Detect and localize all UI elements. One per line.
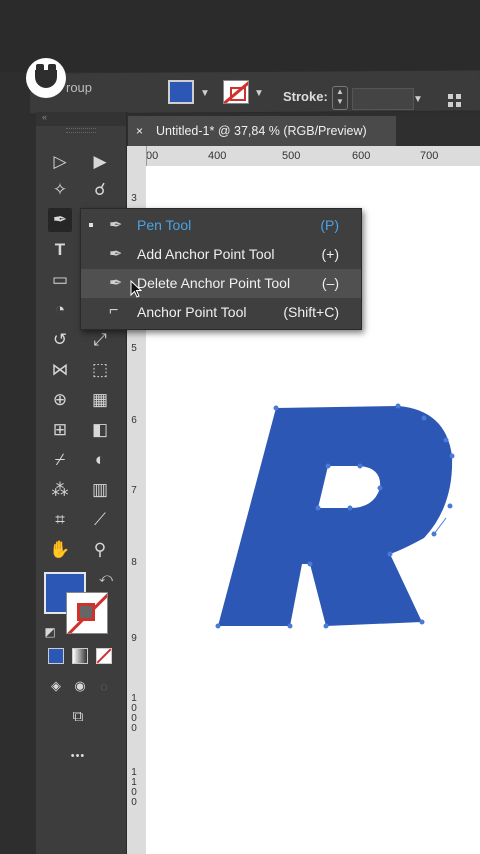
eyedropper-icon[interactable]: ⌿: [48, 448, 72, 472]
flyout-item-pen-tool[interactable]: ✒ Pen Tool (P): [81, 211, 361, 240]
magic-wand-icon[interactable]: ✧: [48, 178, 72, 202]
type-tool-icon[interactable]: T: [48, 238, 72, 262]
flyout-item-shortcut: (P): [320, 217, 339, 233]
rotate-icon[interactable]: ↺: [48, 328, 72, 352]
ruler-label: 600: [352, 150, 371, 162]
ruler-label: 3: [131, 193, 137, 204]
zoom-tool-icon[interactable]: ⚲: [88, 538, 112, 562]
ruler-label: 1000: [131, 693, 137, 734]
gradient-icon[interactable]: ◧: [88, 418, 112, 442]
pen-icon: ✒: [109, 217, 123, 234]
symbol-sprayer-icon[interactable]: ⁂: [48, 478, 72, 502]
hand-tool-icon[interactable]: ✋: [48, 538, 72, 562]
selection-icon[interactable]: ▶: [88, 150, 112, 174]
chevron-down-icon[interactable]: ▼: [200, 88, 210, 99]
mesh-icon[interactable]: ⊞: [48, 418, 72, 442]
none-mode-icon[interactable]: [92, 644, 116, 668]
stroke-swatch-large[interactable]: [66, 592, 108, 634]
column-graph-icon[interactable]: ▥: [88, 478, 112, 502]
direct-selection-icon[interactable]: ▷: [48, 150, 72, 174]
stroke-weight-field[interactable]: [352, 88, 414, 110]
flyout-item-label: Pen Tool: [137, 217, 192, 233]
flyout-item-label: Add Anchor Point Tool: [137, 246, 275, 262]
draw-normal-icon[interactable]: ◈: [44, 674, 68, 698]
app-topbar: [0, 0, 480, 72]
width-tool-icon[interactable]: ⋈: [48, 358, 72, 382]
close-tab-icon[interactable]: ×: [136, 116, 143, 146]
tools-panel-header[interactable]: «: [36, 112, 126, 126]
scale-icon[interactable]: ⤢: [88, 328, 112, 352]
ruler-label: 400: [208, 150, 227, 162]
flyout-item-add-anchor-point[interactable]: ✒ Add Anchor Point Tool (+): [81, 240, 361, 269]
letter-r-shape[interactable]: [218, 406, 453, 626]
rectangle-tool-icon[interactable]: ▭: [48, 268, 72, 292]
ruler-label: 1100: [131, 767, 137, 808]
fill-color-swatch[interactable]: [168, 80, 194, 104]
selected-bullet-icon: [89, 223, 93, 227]
color-mode-icon[interactable]: [44, 644, 68, 668]
pen-tool-flyout: ✒ Pen Tool (P) ✒ Add Anchor Point Tool (…: [80, 208, 362, 330]
mouse-cursor-icon: [130, 280, 142, 298]
shape-builder-icon[interactable]: ⊕: [48, 388, 72, 412]
delete-anchor-point-icon: ✒: [109, 275, 123, 292]
document-tab[interactable]: × Untitled-1* @ 37,84 % (RGB/Preview): [128, 116, 396, 146]
free-transform-icon[interactable]: ⬚: [88, 358, 112, 382]
panel-grip[interactable]: [66, 128, 96, 133]
pen-tool-icon[interactable]: ✒: [48, 208, 72, 232]
horizontal-ruler: 00 400 500 600 700: [146, 146, 480, 167]
ruler-label: 9: [131, 633, 137, 644]
artboard-tool-icon[interactable]: ⌗: [48, 508, 72, 532]
swap-fill-stroke-icon[interactable]: ⤺: [94, 566, 118, 590]
add-anchor-point-icon: ✒: [109, 246, 123, 263]
flyout-item-delete-anchor-point[interactable]: ✒ Delete Anchor Point Tool (–): [81, 269, 361, 298]
perspective-grid-icon[interactable]: ▦: [88, 388, 112, 412]
default-fill-stroke-icon[interactable]: ◩: [38, 620, 62, 644]
slice-tool-icon[interactable]: ⟋: [88, 508, 112, 532]
document-tab-title: Untitled-1* @ 37,84 % (RGB/Preview): [156, 124, 367, 138]
screen-mode-icon[interactable]: ⧉: [66, 704, 90, 728]
chevron-down-icon[interactable]: ▼: [413, 94, 423, 105]
align-grid-icon[interactable]: [448, 94, 462, 108]
draw-behind-icon[interactable]: ◉: [68, 674, 92, 698]
stroke-weight-stepper[interactable]: ▲ ▼: [332, 86, 348, 110]
ruler-label: 8: [131, 557, 137, 568]
ruler-label: 00: [146, 150, 159, 162]
ruler-label: 500: [282, 150, 301, 162]
gradient-mode-icon[interactable]: [68, 644, 92, 668]
flyout-item-shortcut: (Shift+C): [283, 304, 339, 320]
lasso-icon[interactable]: ☌: [88, 178, 112, 202]
stroke-color-swatch[interactable]: [223, 80, 249, 104]
anchor-point-icon: ⌐: [109, 302, 119, 319]
stroke-label: Stroke:: [283, 89, 328, 104]
blend-icon[interactable]: ◐: [88, 448, 112, 472]
ruler-label: 7: [131, 485, 137, 496]
flyout-item-anchor-point[interactable]: ⌐ Anchor Point Tool (Shift+C): [81, 298, 361, 327]
flyout-item-label: Anchor Point Tool: [137, 304, 247, 320]
draw-inside-icon[interactable]: ◌: [92, 674, 116, 698]
document-tab-bar: × Untitled-1* @ 37,84 % (RGB/Preview): [128, 116, 480, 146]
ruler-label: 700: [420, 150, 439, 162]
flyout-item-shortcut: (–): [321, 275, 339, 291]
watermark-logo: [26, 58, 66, 98]
flyout-item-label: Delete Anchor Point Tool: [137, 275, 291, 291]
chevron-down-icon[interactable]: ▼: [254, 88, 264, 99]
flyout-item-shortcut: (+): [321, 246, 340, 262]
ruler-label: 6: [131, 415, 137, 426]
selection-type-label: roup: [66, 80, 93, 95]
edit-toolbar-icon[interactable]: •••: [66, 744, 90, 768]
shaper-icon[interactable]: ◔: [48, 298, 72, 322]
ruler-label: 5: [131, 343, 137, 354]
